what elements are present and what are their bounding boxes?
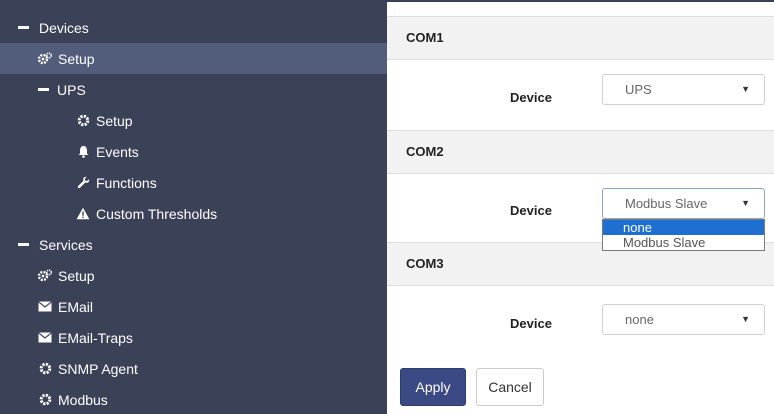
sidebar-item-label: Setup bbox=[96, 112, 133, 129]
sidebar-item-label: SNMP Agent bbox=[58, 360, 138, 377]
sidebar-item-label: Devices bbox=[39, 19, 89, 36]
sidebar-item-label: Setup bbox=[58, 267, 95, 284]
wrench-icon bbox=[76, 176, 90, 190]
chevron-down-icon: ▼ bbox=[741, 314, 750, 324]
sidebar-item-label: EMail-Traps bbox=[58, 329, 133, 346]
sidebar-item-functions[interactable]: Functions bbox=[0, 167, 387, 198]
chevron-down-icon: ▼ bbox=[741, 198, 750, 208]
cancel-button[interactable]: Cancel bbox=[476, 368, 544, 406]
sidebar-item-devices-setup[interactable]: Setup bbox=[0, 43, 387, 74]
bell-icon bbox=[76, 145, 90, 159]
sidebar-item-ups[interactable]: UPS bbox=[0, 74, 387, 105]
minus-icon bbox=[18, 26, 29, 29]
sidebar-item-devices[interactable]: Devices bbox=[0, 12, 387, 43]
com1-device-label: Device bbox=[510, 90, 552, 105]
com1-device-select[interactable]: UPS ▼ bbox=[602, 74, 765, 105]
sidebar-item-label: Events bbox=[96, 143, 139, 160]
sidebar-item-email[interactable]: EMail bbox=[0, 291, 387, 322]
gear-icon bbox=[38, 362, 52, 376]
com3-device-label: Device bbox=[510, 316, 552, 331]
sidebar-item-label: Setup bbox=[58, 50, 95, 67]
sidebar-item-ups-setup[interactable]: Setup bbox=[0, 105, 387, 136]
com3-device-value: none bbox=[625, 312, 654, 327]
minus-icon bbox=[38, 88, 49, 91]
warning-icon bbox=[76, 207, 90, 221]
com1-device-value: UPS bbox=[625, 82, 652, 97]
dropdown-option-none[interactable]: none bbox=[603, 220, 764, 235]
com2-device-select[interactable]: Modbus Slave ▼ bbox=[602, 188, 765, 219]
sidebar-nav: Devices Setup UPS Setup Events Functions… bbox=[0, 0, 387, 414]
sidebar-item-label: Modbus bbox=[58, 391, 108, 408]
sidebar-item-services[interactable]: Services bbox=[0, 229, 387, 260]
apply-button[interactable]: Apply bbox=[400, 368, 466, 406]
com2-device-dropdown: none Modbus Slave bbox=[602, 219, 765, 251]
gear-icon bbox=[38, 393, 52, 407]
sidebar-item-custom-thresholds[interactable]: Custom Thresholds bbox=[0, 198, 387, 229]
com2-title: COM2 bbox=[406, 144, 444, 159]
cogs-icon bbox=[38, 52, 52, 66]
sidebar-item-modbus[interactable]: Modbus bbox=[0, 384, 387, 414]
com3-title: COM3 bbox=[406, 256, 444, 271]
com2-device-label: Device bbox=[510, 203, 552, 218]
com1-section-header: COM1 bbox=[387, 16, 774, 60]
cogs-icon bbox=[38, 269, 52, 283]
com2-section-header: COM2 bbox=[387, 130, 774, 174]
com3-device-select[interactable]: none ▼ bbox=[602, 304, 765, 335]
envelope-icon bbox=[38, 300, 52, 314]
sidebar-item-events[interactable]: Events bbox=[0, 136, 387, 167]
sidebar-item-snmp-agent[interactable]: SNMP Agent bbox=[0, 353, 387, 384]
com-ports-panel: COM1 Device UPS ▼ COM2 Device COM3 Devic… bbox=[387, 0, 774, 414]
gear-icon bbox=[76, 114, 90, 128]
minus-icon bbox=[18, 243, 29, 246]
sidebar-item-services-setup[interactable]: Setup bbox=[0, 260, 387, 291]
com1-title: COM1 bbox=[406, 30, 444, 45]
sidebar-item-label: Custom Thresholds bbox=[96, 205, 218, 222]
sidebar-item-label: UPS bbox=[57, 81, 86, 98]
envelope-icon bbox=[38, 331, 52, 345]
sidebar-item-label: Functions bbox=[96, 174, 157, 191]
chevron-down-icon: ▼ bbox=[741, 84, 750, 94]
sidebar-item-email-traps[interactable]: EMail-Traps bbox=[0, 322, 387, 353]
sidebar-item-label: Services bbox=[39, 236, 93, 253]
com2-device-value: Modbus Slave bbox=[625, 196, 708, 211]
sidebar-item-label: EMail bbox=[58, 298, 94, 315]
dropdown-option-modbus-slave[interactable]: Modbus Slave bbox=[603, 235, 764, 250]
